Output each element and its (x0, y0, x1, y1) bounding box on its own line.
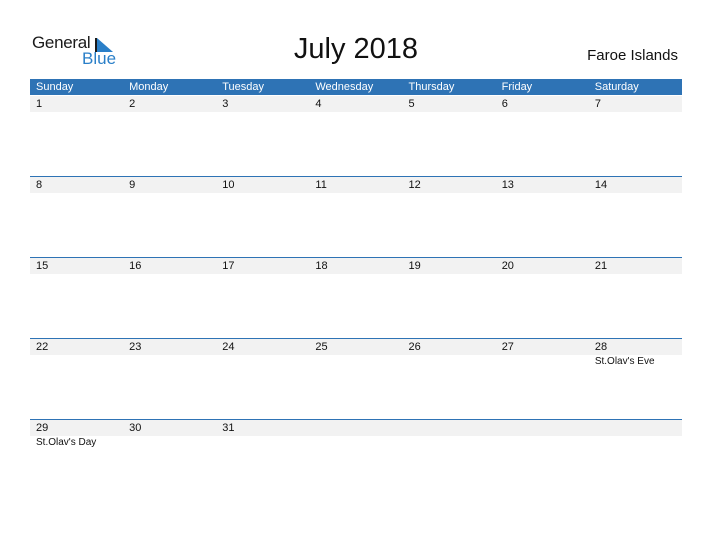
day-number: 13 (501, 179, 514, 191)
day-cell[interactable]: 30 (123, 420, 216, 501)
day-cell[interactable]: 7 (589, 96, 682, 177)
holiday-label: St.Olav's Eve (594, 356, 655, 367)
day-cell[interactable]: 28 St.Olav's Eve (589, 339, 682, 420)
day-number: 16 (129, 260, 142, 272)
weekday-monday: Monday (129, 81, 169, 93)
day-number: 19 (408, 260, 421, 272)
day-number: 15 (36, 260, 49, 272)
day-cell[interactable]: 6 (496, 96, 589, 177)
day-number: 24 (222, 341, 235, 353)
day-number: 22 (36, 341, 49, 353)
calendar-week: 22 23 24 25 26 27 28 St.Olav's Eve (30, 338, 682, 420)
calendar-week: 1 2 3 4 5 6 7 (30, 96, 682, 177)
calendar-week: 29 St.Olav's Day 30 31 (30, 419, 682, 501)
day-cell[interactable]: 11 (309, 177, 402, 258)
day-number: 12 (408, 179, 421, 191)
day-cell[interactable]: 20 (496, 258, 589, 339)
day-cell[interactable]: 21 (589, 258, 682, 339)
day-number: 18 (315, 260, 328, 272)
day-cell[interactable]: 2 (123, 96, 216, 177)
day-cell (496, 420, 589, 501)
day-cell[interactable]: 31 (216, 420, 309, 501)
day-cell[interactable]: 8 (30, 177, 123, 258)
day-number: 10 (222, 179, 235, 191)
day-cell[interactable]: 24 (216, 339, 309, 420)
day-cell[interactable]: 25 (309, 339, 402, 420)
day-number: 26 (408, 341, 421, 353)
weekday-saturday: Saturday (594, 81, 639, 93)
calendar-week: 15 16 17 18 19 20 21 (30, 257, 682, 339)
day-cell[interactable]: 1 (30, 96, 123, 177)
day-number: 7 (594, 98, 601, 110)
day-number: 29 (36, 422, 49, 434)
day-number: 21 (594, 260, 608, 272)
day-number: 4 (315, 98, 322, 110)
day-cell[interactable]: 9 (123, 177, 216, 258)
day-cell (403, 420, 496, 501)
day-number: 27 (501, 341, 514, 353)
day-number: 20 (501, 260, 514, 272)
day-number: 31 (222, 422, 235, 434)
weekday-wednesday: Wednesday (315, 81, 374, 93)
day-cell[interactable]: 18 (309, 258, 402, 339)
day-number: 23 (129, 341, 142, 353)
day-cell (589, 420, 682, 501)
day-cell[interactable]: 14 (589, 177, 682, 258)
day-number: 6 (501, 98, 508, 110)
day-number: 30 (129, 422, 142, 434)
day-number: 14 (594, 179, 608, 191)
day-number: 28 (594, 341, 608, 353)
day-cell[interactable]: 3 (216, 96, 309, 177)
day-cell[interactable]: 29 St.Olav's Day (30, 420, 123, 501)
weekday-header: Sunday Monday Tuesday Wednesday Thursday… (30, 79, 682, 95)
day-number: 1 (36, 98, 43, 110)
weekday-tuesday: Tuesday (222, 81, 265, 93)
day-number: 17 (222, 260, 235, 272)
day-number: 9 (129, 179, 136, 191)
day-number: 25 (315, 341, 328, 353)
day-number: 3 (222, 98, 229, 110)
country-label: Faroe Islands (587, 47, 678, 64)
weekday-friday: Friday (501, 81, 533, 93)
day-cell[interactable]: 23 (123, 339, 216, 420)
day-cell[interactable]: 5 (403, 96, 496, 177)
day-cell[interactable]: 22 (30, 339, 123, 420)
day-cell[interactable]: 16 (123, 258, 216, 339)
day-cell[interactable]: 17 (216, 258, 309, 339)
day-cell[interactable]: 12 (403, 177, 496, 258)
day-cell[interactable]: 10 (216, 177, 309, 258)
day-number: 5 (408, 98, 415, 110)
day-cell[interactable]: 27 (496, 339, 589, 420)
calendar-week: 8 9 10 11 12 13 14 (30, 176, 682, 258)
day-cell[interactable]: 26 (403, 339, 496, 420)
day-number: 11 (315, 179, 327, 191)
day-number: 2 (129, 98, 136, 110)
holiday-label: St.Olav's Day (36, 437, 97, 448)
weekday-sunday: Sunday (36, 81, 74, 93)
weekday-thursday: Thursday (408, 81, 455, 93)
day-cell (309, 420, 402, 501)
day-number: 8 (36, 179, 43, 191)
day-cell[interactable]: 19 (403, 258, 496, 339)
day-cell[interactable]: 4 (309, 96, 402, 177)
day-cell[interactable]: 13 (496, 177, 589, 258)
day-cell[interactable]: 15 (30, 258, 123, 339)
